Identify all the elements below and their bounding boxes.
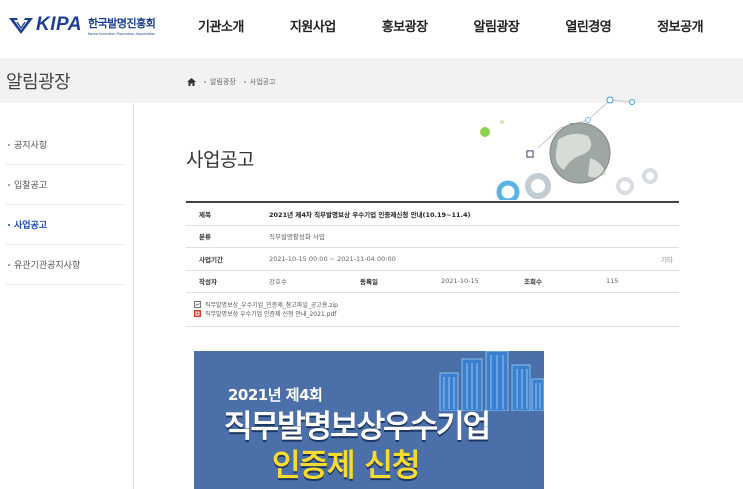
globe-gears-illustration (480, 96, 658, 200)
period-value: 2021-10-15 00:00 ~ 2021-11-04 00:00 (269, 254, 396, 263)
logo-english-name: Korea Invention Promotion Association (87, 31, 156, 36)
home-icon[interactable] (187, 78, 196, 86)
pdf-file-icon (194, 310, 201, 317)
notice-detail-table: 제목 2021년 제4차 직무발명보상 우수기업 인증제신청 안내(10.19~… (186, 201, 679, 327)
date-value: 2021-10-15 (441, 277, 479, 286)
nav-item-support[interactable]: 지원사업 (290, 16, 336, 35)
nav-item-pr[interactable]: 홍보광장 (382, 16, 428, 35)
sidebar-item-related-notices[interactable]: 유관기관공지사항 (6, 245, 126, 285)
nav-item-management[interactable]: 열린경영 (565, 16, 611, 35)
attachment-list: 직무발명보상_우수기업_인증제_참고파일_공고용.zip 직무발명보상 우수기업… (186, 293, 679, 327)
views-label: 조회수 (524, 278, 542, 287)
logo-text: KIPA (36, 14, 82, 35)
nav-item-disclosure[interactable]: 정보공개 (657, 16, 703, 35)
sidebar-item-business-notices[interactable]: 사업공고 (6, 205, 126, 245)
attachment-name: 직무발명보상_우수기업_인증제_참고파일_공고용.zip (205, 302, 338, 309)
banner-line-3: 인증제 신청 (272, 448, 420, 484)
views-value: 115 (606, 277, 619, 286)
period-extra: 기타 (661, 255, 673, 264)
table-row-period: 사업기간 2021-10-15 00:00 ~ 2021-11-04 00:00… (186, 248, 679, 271)
period-label: 사업기간 (199, 255, 223, 264)
nav-item-about[interactable]: 기관소개 (198, 16, 244, 35)
main-navigation: 기관소개 지원사업 홍보광장 알림광장 열린경영 정보공개 (198, 16, 743, 35)
page-title: 사업공고 (186, 149, 254, 171)
subject-label: 제목 (199, 210, 211, 219)
attachment-item[interactable]: 직무발명보상 우수기업 인증제 신청 안내_2021.pdf (194, 309, 679, 318)
table-row-meta: 작성자 강호수 등록일 2021-10-15 조회수 115 (186, 271, 679, 293)
date-label: 등록일 (360, 278, 378, 287)
sidebar-item-notices[interactable]: 공지사항 (6, 125, 126, 165)
nav-item-notice[interactable]: 알림광장 (474, 16, 520, 35)
zip-file-icon (194, 301, 201, 308)
notice-banner-image: 2021년 제4회 직무발명보상우수기업 인증제 신청 (194, 351, 544, 489)
site-header: KIPA 한국발명진흥회 Korea Invention Promotion A… (0, 0, 743, 58)
sidebar-menu: 공지사항 입찰공고 사업공고 유관기관공지사항 (6, 125, 126, 285)
sidebar-item-bids[interactable]: 입찰공고 (6, 165, 126, 205)
breadcrumb: 알림광장 사업공고 (187, 77, 284, 87)
attachment-name: 직무발명보상 우수기업 인증제 신청 안내_2021.pdf (205, 311, 337, 318)
section-title: 알림광장 (6, 72, 71, 93)
breadcrumb-item-current[interactable]: 사업공고 (243, 77, 276, 87)
site-logo[interactable]: KIPA 한국발명진흥회 Korea Invention Promotion A… (8, 12, 156, 38)
subject-value: 2021년 제4차 직무발명보상 우수기업 인증제신청 안내(10.19~11.… (269, 210, 471, 219)
category-value: 직무발명활성화 사업 (269, 233, 325, 242)
attachment-item[interactable]: 직무발명보상_우수기업_인증제_참고파일_공고용.zip (194, 300, 679, 309)
breadcrumb-item[interactable]: 알림광장 (204, 77, 236, 87)
category-label: 분류 (199, 233, 211, 242)
table-row-category: 분류 직무발명활성화 사업 (186, 226, 679, 248)
writer-label: 작성자 (199, 278, 217, 287)
logo-korean-name: 한국발명진흥회 (87, 16, 156, 30)
kipa-logo-icon (9, 18, 33, 34)
table-row-subject: 제목 2021년 제4차 직무발명보상 우수기업 인증제신청 안내(10.19~… (186, 203, 679, 226)
writer-value: 강호수 (269, 278, 287, 287)
sidebar: 공지사항 입찰공고 사업공고 유관기관공지사항 (0, 103, 134, 489)
